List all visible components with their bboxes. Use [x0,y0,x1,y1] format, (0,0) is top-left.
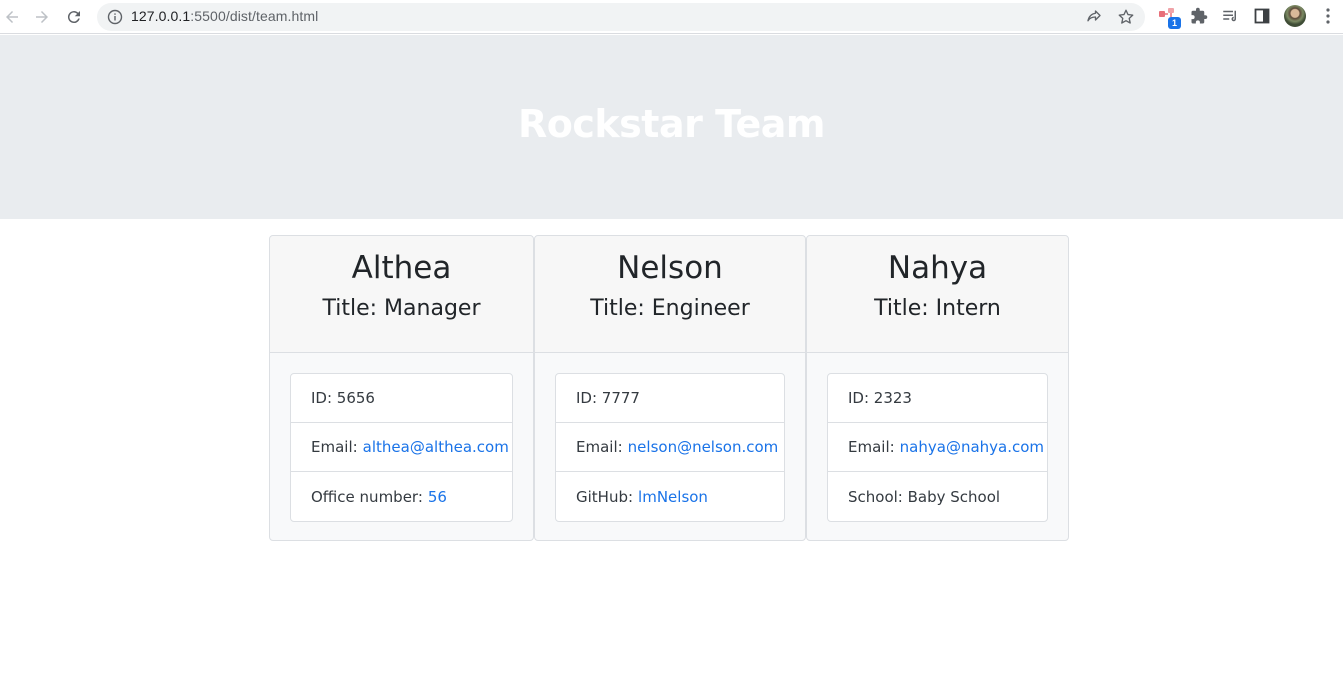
email-item: Email: nahya@nahya.com [828,423,1047,472]
employee-details: ID: 5656 Email: althea@althea.com Office … [290,373,513,522]
employee-card-manager: Althea Title: Manager ID: 5656 Email: alt… [269,235,534,541]
office-number-label: Office number: [311,487,423,506]
email-label: Email: [576,438,623,456]
employee-card-intern: Nahya Title: Intern ID: 2323 Email: nahya… [806,235,1069,541]
info-icon[interactable] [107,9,123,25]
email-link[interactable]: nelson@nelson.com [628,438,779,456]
arrow-right-icon [36,11,48,23]
side-panel-button[interactable] [1252,6,1272,26]
employee-details: ID: 2323 Email: nahya@nahya.com School: B… [827,373,1048,522]
email-item: Email: althea@althea.com [291,423,512,472]
id-text: ID: 2323 [848,389,912,407]
card-header: Nelson Title: Engineer [535,236,805,353]
id-item: ID: 2323 [828,374,1047,423]
page-title: Rockstar Team [518,102,825,146]
employee-role: Title: Engineer [590,296,750,321]
email-label: Email: [848,438,895,456]
more-vert-icon [1326,8,1330,24]
url-host: 127.0.0.1 [131,8,191,24]
office-number-item: Office number: 56 [291,472,512,521]
extensions-button[interactable] [1189,6,1209,26]
employee-details: ID: 7777 Email: nelson@nelson.com GitHub:… [555,373,785,522]
id-item: ID: 7777 [556,374,784,423]
arrow-left-icon [6,11,18,23]
office-number-link[interactable]: 56 [428,488,447,506]
email-label: Email: [311,438,358,456]
url-path: :5500/dist/team.html [190,8,319,24]
reload-button[interactable] [62,5,86,29]
back-button[interactable] [0,5,24,29]
card-header: Nahya Title: Intern [807,236,1068,353]
menu-button[interactable] [1318,6,1338,26]
github-item: GitHub: lmNelson [556,472,784,521]
share-icon[interactable] [1085,8,1103,26]
employee-name: Nahya [887,250,988,286]
reload-icon [67,11,80,24]
card-header: Althea Title: Manager [270,236,533,353]
employee-name: Nelson [617,250,723,286]
puzzle-icon [1191,7,1208,24]
page-header: Rockstar Team [0,35,1343,219]
employee-role: Title: Manager [322,296,481,321]
email-link[interactable]: althea@althea.com [363,438,509,456]
url-text[interactable]: 127.0.0.1:5500/dist/team.html [131,8,318,24]
id-text: ID: 7777 [576,389,640,407]
email-item: Email: nelson@nelson.com [556,423,784,472]
address-bar[interactable]: 127.0.0.1:5500/dist/team.html [97,3,1145,31]
profile-avatar[interactable] [1284,5,1306,27]
github-label: GitHub: [576,487,634,506]
reading-list-icon [1223,10,1236,22]
school-item: School: Baby School [828,472,1047,521]
employee-name: Althea [351,250,452,286]
bookmark-star-icon[interactable] [1117,8,1135,26]
github-link[interactable]: lmNelson [638,488,708,506]
reading-list-button[interactable] [1220,6,1240,26]
browser-toolbar: 127.0.0.1:5500/dist/team.html 1 [0,0,1343,34]
school-text: School: Baby School [848,487,1001,506]
email-link[interactable]: nahya@nahya.com [900,438,1044,456]
id-item: ID: 5656 [291,374,512,423]
id-text: ID: 5656 [311,389,375,407]
side-panel-icon [1254,8,1270,24]
forward-button[interactable] [30,5,54,29]
extension-badge: 1 [1168,17,1181,29]
employee-card-engineer: Nelson Title: Engineer ID: 7777 Email: ne… [534,235,806,541]
employee-role: Title: Intern [874,296,1001,321]
